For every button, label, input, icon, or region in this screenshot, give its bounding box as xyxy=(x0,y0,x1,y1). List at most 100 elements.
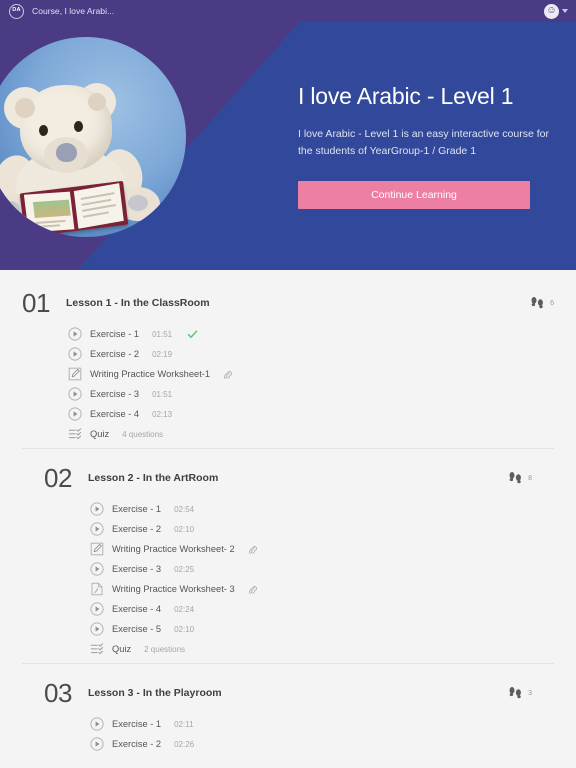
lesson-item[interactable]: Writing Practice Worksheet-1 xyxy=(68,364,576,384)
logo-text: DA xyxy=(12,7,21,14)
lesson-item[interactable]: Exercise - 4 02:13 xyxy=(68,404,576,424)
play-circle-icon[interactable] xyxy=(90,602,104,616)
pencil-square-icon[interactable] xyxy=(68,367,82,381)
footprints-icon xyxy=(508,686,524,700)
lesson-item-label: Exercise - 1 xyxy=(112,504,162,514)
lesson-number: 03 xyxy=(44,678,72,708)
lesson-item[interactable]: Exercise - 1 02:11 xyxy=(90,714,554,734)
lesson-item-label: Exercise - 5 xyxy=(112,624,162,634)
lesson-item[interactable]: Exercise - 3 01:51 xyxy=(68,384,576,404)
teddy-bear-illustration xyxy=(0,37,186,237)
lesson-item-meta: 01:51 xyxy=(152,329,173,339)
lesson-item-meta: 02:26 xyxy=(174,739,195,749)
lesson-item-label: Exercise - 1 xyxy=(112,719,162,729)
lesson-item[interactable]: Writing Practice Worksheet- 2 xyxy=(90,539,554,559)
course-title: I love Arabic - Level 1 xyxy=(298,83,514,110)
play-circle-icon[interactable] xyxy=(68,407,82,421)
lesson-item[interactable]: Writing Practice Worksheet- 3 xyxy=(90,579,554,599)
lesson-item-meta: 4 questions xyxy=(122,429,164,439)
lesson-progress-steps: 3 xyxy=(508,686,532,700)
lesson-item-meta: 2 questions xyxy=(144,644,186,654)
lesson-progress-steps: 6 xyxy=(530,296,554,310)
lesson-item-meta: 02:10 xyxy=(174,624,195,634)
lesson-item[interactable]: Exercise - 1 01:51 xyxy=(68,324,576,344)
lesson-number: 01 xyxy=(22,288,50,318)
lesson-item-meta: 02:11 xyxy=(174,719,194,729)
lesson-item[interactable]: Exercise - 2 02:19 xyxy=(68,344,576,364)
lesson-section: 02 Lesson 2 - In the ArtRoom 8 Exercise - 1… xyxy=(22,448,554,663)
lesson-item-meta: 02:54 xyxy=(174,504,195,514)
pdf-document-icon[interactable] xyxy=(90,582,104,596)
lesson-item-label: Exercise - 2 xyxy=(112,524,162,534)
paperclip-icon[interactable] xyxy=(223,370,232,379)
continue-learning-button[interactable]: Continue Learning xyxy=(298,180,530,209)
course-description: I love Arabic - Level 1 is an easy inter… xyxy=(298,128,549,157)
completed-check-icon xyxy=(187,329,198,340)
lesson-item-label: Exercise - 4 xyxy=(112,604,162,614)
lesson-item-meta: 02:24 xyxy=(174,604,195,614)
paperclip-icon[interactable] xyxy=(248,545,257,554)
lesson-item-label: Quiz xyxy=(112,644,132,654)
lesson-item-label: Writing Practice Worksheet-1 xyxy=(90,369,211,379)
window-title: Course, I love Arabi... xyxy=(32,6,115,16)
top-bar-right: ☺ xyxy=(544,3,568,19)
lesson-item-label: Writing Practice Worksheet- 3 xyxy=(112,584,235,594)
play-circle-icon[interactable] xyxy=(68,387,82,401)
lesson-title[interactable]: Lesson 2 - In the ArtRoom xyxy=(88,472,218,484)
lesson-item-meta: 02:10 xyxy=(174,524,195,534)
play-circle-icon[interactable] xyxy=(68,327,82,341)
lesson-item[interactable]: Exercise - 2 02:26 xyxy=(90,734,554,754)
paperclip-icon[interactable] xyxy=(248,585,257,594)
lesson-title[interactable]: Lesson 1 - In the ClassRoom xyxy=(66,297,210,309)
lesson-section: 03 Lesson 3 - In the Playroom 3 Exercise - … xyxy=(22,663,554,758)
play-circle-icon[interactable] xyxy=(68,347,82,361)
lesson-item-label: Exercise - 2 xyxy=(112,739,162,749)
lesson-items: Exercise - 1 01:51 Exercise - 2 02:19 Writin… xyxy=(0,324,576,444)
lesson-item-meta: 02:19 xyxy=(152,349,173,359)
lesson-header: 03 Lesson 3 - In the Playroom 3 xyxy=(22,680,554,706)
lesson-title[interactable]: Lesson 3 - In the Playroom xyxy=(88,687,222,699)
course-cover-photo xyxy=(0,37,186,237)
play-circle-icon[interactable] xyxy=(90,622,104,636)
lesson-header: 01 Lesson 1 - In the ClassRoom 6 xyxy=(0,290,576,316)
footprints-icon xyxy=(530,296,546,310)
lesson-item-label: Exercise - 4 xyxy=(90,409,140,419)
lesson-item[interactable]: Exercise - 5 02:10 xyxy=(90,619,554,639)
lesson-item[interactable]: Exercise - 2 02:10 xyxy=(90,519,554,539)
smiley-avatar-icon[interactable]: ☺ xyxy=(544,3,559,19)
lesson-item[interactable]: Exercise - 1 02:54 xyxy=(90,499,554,519)
lesson-list: 01 Lesson 1 - In the ClassRoom 6 Exercise -… xyxy=(0,270,576,758)
chevron-down-icon[interactable] xyxy=(562,9,568,13)
lesson-item-meta: 02:25 xyxy=(174,564,195,574)
top-bar: DA Course, I love Arabi... ☺ xyxy=(0,0,576,22)
lesson-items: Exercise - 1 02:11 Exercise - 2 02:26 xyxy=(22,714,554,754)
lesson-number: 02 xyxy=(44,463,72,493)
checklist-icon[interactable] xyxy=(68,427,82,441)
pencil-square-icon[interactable] xyxy=(90,542,104,556)
checklist-icon[interactable] xyxy=(90,642,104,656)
lesson-item-label: Exercise - 2 xyxy=(90,349,140,359)
lesson-items: Exercise - 1 02:54 Exercise - 2 02:10 Writin… xyxy=(22,499,554,659)
lesson-header: 02 Lesson 2 - In the ArtRoom 8 xyxy=(22,465,554,491)
play-circle-icon[interactable] xyxy=(90,502,104,516)
lesson-item[interactable]: Exercise - 4 02:24 xyxy=(90,599,554,619)
play-circle-icon[interactable] xyxy=(90,737,104,751)
footprints-icon xyxy=(508,471,524,485)
hero-banner: I love Arabic - Level 1 I love Arabic - … xyxy=(0,22,576,270)
lesson-item-label: Exercise - 1 xyxy=(90,329,140,339)
play-circle-icon[interactable] xyxy=(90,522,104,536)
lesson-item-meta: 02:13 xyxy=(152,409,173,419)
play-circle-icon[interactable] xyxy=(90,562,104,576)
lesson-steps-count: 3 xyxy=(528,689,532,697)
lesson-item-meta: 01:51 xyxy=(152,389,173,399)
lesson-steps-count: 6 xyxy=(550,299,554,307)
play-circle-icon[interactable] xyxy=(90,717,104,731)
lesson-item-label: Exercise - 3 xyxy=(90,389,140,399)
lesson-item[interactable]: Exercise - 3 02:25 xyxy=(90,559,554,579)
lesson-item[interactable]: Quiz 4 questions xyxy=(68,424,576,444)
da-circle-logo-icon[interactable]: DA xyxy=(9,3,24,19)
lesson-progress-steps: 8 xyxy=(508,471,532,485)
hero-text-block: I love Arabic - Level 1 I love Arabic - … xyxy=(298,22,566,270)
lesson-item[interactable]: Quiz 2 questions xyxy=(90,639,554,659)
lesson-item-label: Exercise - 3 xyxy=(112,564,162,574)
